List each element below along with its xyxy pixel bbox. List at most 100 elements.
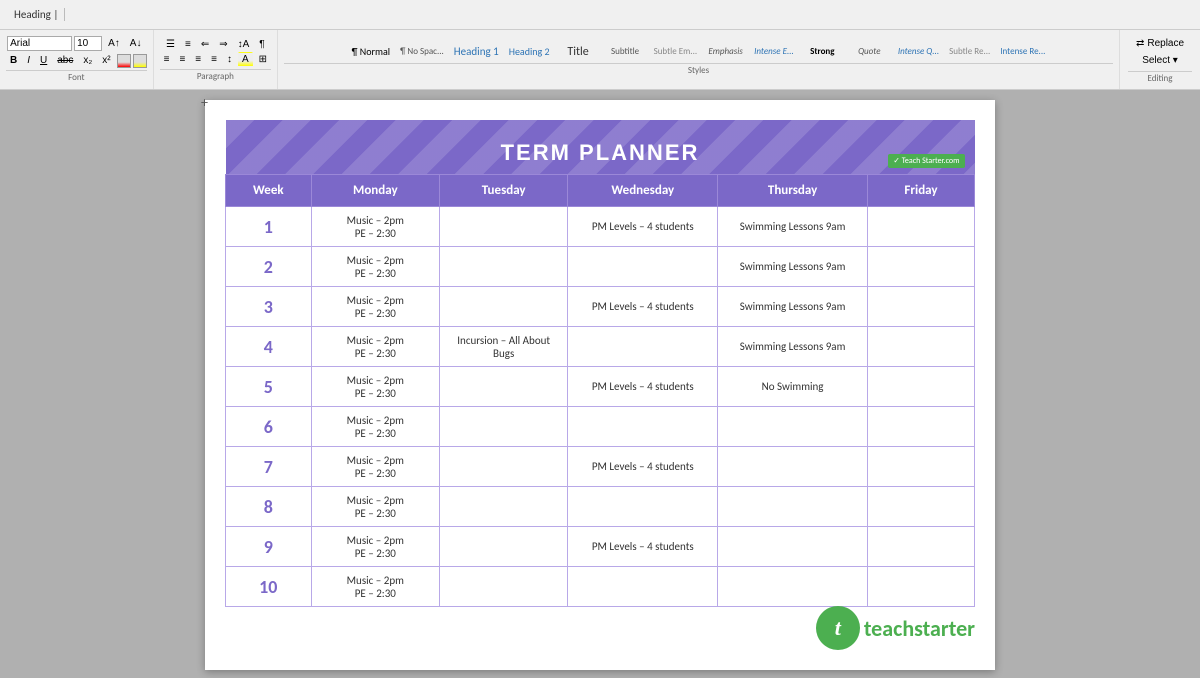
cell-row1-friday[interactable] <box>867 207 974 247</box>
justify-btn[interactable]: ≡ <box>207 52 221 67</box>
cell-row9-week[interactable]: 9 <box>226 527 312 567</box>
style-subtle-em[interactable]: Subtle Em... <box>650 45 702 60</box>
cell-row8-friday[interactable] <box>867 487 974 527</box>
cell-row4-friday[interactable] <box>867 327 974 367</box>
cell-row8-week[interactable]: 8 <box>226 487 312 527</box>
cell-row2-friday[interactable] <box>867 247 974 287</box>
style-strong[interactable]: Strong <box>800 45 845 60</box>
font-size-input[interactable] <box>74 36 102 51</box>
cell-row6-monday[interactable]: Music – 2pm PE – 2:30 <box>311 407 439 447</box>
cell-row4-thursday[interactable]: Swimming Lessons 9am <box>718 327 868 367</box>
cell-row3-friday[interactable] <box>867 287 974 327</box>
cell-row3-monday[interactable]: Music – 2pm PE – 2:30 <box>311 287 439 327</box>
cell-row8-thursday[interactable] <box>718 487 868 527</box>
cell-row7-monday[interactable]: Music – 2pm PE – 2:30 <box>311 447 439 487</box>
cell-row2-tuesday[interactable] <box>439 247 567 287</box>
cell-row5-tuesday[interactable] <box>439 367 567 407</box>
cell-row2-week[interactable]: 2 <box>226 247 312 287</box>
cell-row3-tuesday[interactable] <box>439 287 567 327</box>
cell-row4-monday[interactable]: Music – 2pm PE – 2:30 <box>311 327 439 367</box>
subscript-btn[interactable]: x₂ <box>79 53 96 68</box>
style-quote[interactable]: Quote <box>847 45 892 60</box>
cell-row7-week[interactable]: 7 <box>226 447 312 487</box>
font-color-btn[interactable] <box>117 54 131 68</box>
superscript-btn[interactable]: x² <box>98 53 114 68</box>
underline-btn[interactable]: U <box>36 53 51 68</box>
strikethrough-btn[interactable]: abc <box>53 53 77 68</box>
cell-row7-wednesday[interactable]: PM Levels – 4 students <box>568 447 718 487</box>
cell-row10-tuesday[interactable] <box>439 567 567 607</box>
select-btn[interactable]: Select ▾ <box>1135 52 1185 69</box>
cell-row6-thursday[interactable] <box>718 407 868 447</box>
outdent-btn[interactable]: ⇐ <box>197 37 213 52</box>
style-subtle-ref[interactable]: Subtle Re... <box>945 45 994 60</box>
cell-row7-friday[interactable] <box>867 447 974 487</box>
cell-row5-friday[interactable] <box>867 367 974 407</box>
cell-row1-tuesday[interactable] <box>439 207 567 247</box>
list-number-btn[interactable]: ≡ <box>181 37 195 52</box>
cell-row6-tuesday[interactable] <box>439 407 567 447</box>
cell-row8-monday[interactable]: Music – 2pm PE – 2:30 <box>311 487 439 527</box>
align-right-btn[interactable]: ≡ <box>191 52 205 67</box>
cell-row1-monday[interactable]: Music – 2pm PE – 2:30 <box>311 207 439 247</box>
list-bullet-btn[interactable]: ☰ <box>162 37 179 52</box>
cell-row7-tuesday[interactable] <box>439 447 567 487</box>
cell-row10-monday[interactable]: Music – 2pm PE – 2:30 <box>311 567 439 607</box>
style-subtitle[interactable]: Subtitle <box>603 45 648 60</box>
cell-row7-thursday[interactable] <box>718 447 868 487</box>
style-title[interactable]: Title <box>556 43 601 61</box>
style-heading2[interactable]: Heading 2 <box>505 44 554 60</box>
cell-row9-wednesday[interactable]: PM Levels – 4 students <box>568 527 718 567</box>
resize-handle[interactable] <box>203 98 215 110</box>
shading-btn[interactable]: A <box>238 52 253 67</box>
bold-btn[interactable]: B <box>6 53 21 68</box>
cell-row4-wednesday[interactable] <box>568 327 718 367</box>
style-normal[interactable]: ¶ Normal <box>348 44 394 60</box>
cell-row9-friday[interactable] <box>867 527 974 567</box>
style-emphasis[interactable]: Emphasis <box>703 45 748 60</box>
cell-row10-wednesday[interactable] <box>568 567 718 607</box>
cell-row4-tuesday[interactable]: Incursion – All About Bugs <box>439 327 567 367</box>
cell-row3-week[interactable]: 3 <box>226 287 312 327</box>
sort-btn[interactable]: ↕A <box>234 37 254 52</box>
cell-row5-wednesday[interactable]: PM Levels – 4 students <box>568 367 718 407</box>
increase-font-btn[interactable]: A↑ <box>104 36 124 51</box>
font-name-input[interactable] <box>7 36 72 51</box>
style-no-spacing[interactable]: ¶ No Spac... <box>396 45 448 60</box>
style-intense-e[interactable]: Intense E... <box>750 45 798 60</box>
cell-row3-wednesday[interactable]: PM Levels – 4 students <box>568 287 718 327</box>
style-heading1[interactable]: Heading 1 <box>450 43 503 60</box>
cell-row5-monday[interactable]: Music – 2pm PE – 2:30 <box>311 367 439 407</box>
border-btn[interactable]: ⊞ <box>255 52 271 67</box>
cell-row8-tuesday[interactable] <box>439 487 567 527</box>
cell-row5-week[interactable]: 5 <box>226 367 312 407</box>
cell-row10-friday[interactable] <box>867 567 974 607</box>
cell-row3-thursday[interactable]: Swimming Lessons 9am <box>718 287 868 327</box>
highlight-color-btn[interactable] <box>133 54 147 68</box>
cell-row8-wednesday[interactable] <box>568 487 718 527</box>
cell-row9-tuesday[interactable] <box>439 527 567 567</box>
heading-tab[interactable]: Heading | <box>8 8 65 21</box>
cell-row2-monday[interactable]: Music – 2pm PE – 2:30 <box>311 247 439 287</box>
cell-row1-wednesday[interactable]: PM Levels – 4 students <box>568 207 718 247</box>
cell-row9-thursday[interactable] <box>718 527 868 567</box>
cell-row1-week[interactable]: 1 <box>226 207 312 247</box>
replace-btn[interactable]: ⇄ Replace <box>1129 35 1191 52</box>
indent-btn[interactable]: ⇒ <box>215 37 231 52</box>
cell-row10-thursday[interactable] <box>718 567 868 607</box>
decrease-font-btn[interactable]: A↓ <box>126 36 146 51</box>
cell-row4-week[interactable]: 4 <box>226 327 312 367</box>
style-intense-ref[interactable]: Intense Re... <box>996 45 1049 60</box>
italic-btn[interactable]: I <box>23 53 34 68</box>
cell-row2-thursday[interactable]: Swimming Lessons 9am <box>718 247 868 287</box>
cell-row5-thursday[interactable]: No Swimming <box>718 367 868 407</box>
cell-row9-monday[interactable]: Music – 2pm PE – 2:30 <box>311 527 439 567</box>
align-center-btn[interactable]: ≡ <box>175 52 189 67</box>
cell-row6-friday[interactable] <box>867 407 974 447</box>
cell-row6-week[interactable]: 6 <box>226 407 312 447</box>
line-spacing-btn[interactable]: ↕ <box>223 52 236 67</box>
style-intense-q[interactable]: Intense Q... <box>894 45 943 60</box>
cell-row2-wednesday[interactable] <box>568 247 718 287</box>
cell-row10-week[interactable]: 10 <box>226 567 312 607</box>
align-left-btn[interactable]: ≡ <box>160 52 174 67</box>
